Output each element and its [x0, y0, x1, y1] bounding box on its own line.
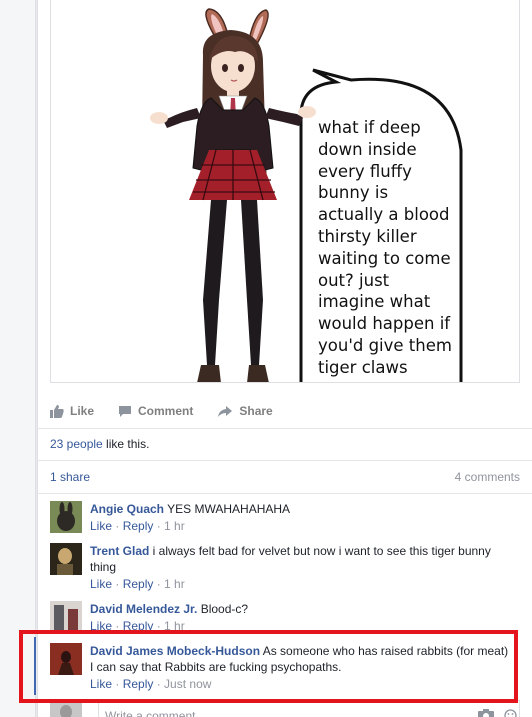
like-button[interactable]: Like	[50, 404, 94, 418]
bubble-line: you'd give them	[318, 335, 452, 355]
comment-meta: Like · Reply · 1 hr	[90, 577, 185, 591]
comment-author[interactable]: Angie Quach	[90, 502, 164, 516]
comment-reply-link[interactable]: Reply	[123, 577, 154, 591]
comment-time[interactable]: Just now	[164, 677, 211, 691]
comment-time[interactable]: 1 hr	[164, 619, 185, 633]
bubble-line: actually a blood	[318, 205, 450, 225]
comment-item-highlighted: David James Mobeck-Hudson As someone who…	[50, 643, 520, 692]
share-label: Share	[239, 404, 273, 418]
bubble-line: would happen if	[318, 314, 451, 334]
avatar[interactable]	[50, 501, 82, 533]
share-arrow-icon	[218, 405, 233, 417]
comment-author[interactable]: Trent Glad	[90, 544, 149, 558]
thumbs-up-icon	[50, 405, 64, 418]
camera-icon[interactable]	[478, 709, 494, 717]
comment-author[interactable]: David James Mobeck-Hudson	[90, 644, 260, 658]
bubble-line: tiger claws	[318, 357, 408, 377]
comment-input-placeholder: Write a comment...	[105, 709, 206, 717]
post-image[interactable]: what if deep down inside every fluffy bu…	[50, 0, 520, 383]
comment-input[interactable]: Write a comment...	[98, 700, 520, 717]
emoji-icon[interactable]	[504, 709, 517, 717]
comment-like-link[interactable]: Like	[90, 519, 112, 533]
likers-link[interactable]: 23 people	[50, 437, 103, 451]
share-button[interactable]: Share	[217, 404, 273, 418]
divider	[38, 428, 532, 429]
comment-item: Angie Quach YES MWAHAHAHAHA Like · Reply…	[50, 501, 520, 534]
comment-like-link[interactable]: Like	[90, 619, 112, 633]
comment-meta: Like · Reply · Just now	[90, 677, 212, 691]
comment-reply-link[interactable]: Reply	[123, 677, 154, 691]
comment-icon	[119, 405, 132, 417]
bubble-line: what if deep	[318, 118, 421, 137]
bubble-line: every fluffy	[318, 161, 412, 181]
comment-time[interactable]: 1 hr	[164, 577, 185, 591]
highlight-accent-bar	[34, 637, 36, 695]
comment-time[interactable]: 1 hr	[164, 519, 185, 533]
comment-author[interactable]: David Melendez Jr.	[90, 602, 197, 616]
comment-button[interactable]: Comment	[118, 404, 193, 418]
left-gutter	[0, 0, 36, 717]
comment-label: Comment	[138, 404, 194, 418]
comment-item: David Melendez Jr. Blood-c? Like · Reply…	[50, 601, 520, 634]
comment-text: i always felt bad for velvet but now i w…	[90, 544, 491, 574]
likes-summary: 23 people like this.	[50, 437, 149, 451]
comments-count[interactable]: 4 comments	[455, 470, 520, 484]
bubble-line: bunny is	[318, 183, 389, 203]
like-label: Like	[70, 404, 95, 418]
avatar[interactable]	[50, 643, 82, 675]
likes-suffix: like this.	[102, 437, 150, 451]
write-comment-row: Write a comment...	[50, 700, 520, 717]
comment-like-link[interactable]: Like	[90, 677, 112, 691]
avatar[interactable]	[50, 543, 82, 575]
avatar	[50, 700, 82, 717]
post-stats: 1 share 4 comments	[50, 470, 520, 484]
comment-reply-link[interactable]: Reply	[123, 519, 154, 533]
bubble-line: waiting to come	[318, 248, 451, 268]
post-card: what if deep down inside every fluffy bu…	[37, 0, 532, 717]
comment-like-link[interactable]: Like	[90, 577, 112, 591]
comment-text: YES MWAHAHAHAHA	[164, 502, 291, 516]
comment-reply-link[interactable]: Reply	[123, 619, 154, 633]
comment-item: Trent Glad i always felt bad for velvet …	[50, 543, 520, 592]
comment-text: Blood-c?	[197, 602, 249, 616]
bubble-line: imagine what	[318, 292, 431, 312]
post-actions: Like Comment Share	[50, 398, 520, 424]
shares-link[interactable]: 1 share	[50, 470, 90, 484]
comment-meta: Like · Reply · 1 hr	[90, 519, 185, 533]
divider	[38, 493, 532, 494]
bubble-line: out? just	[318, 270, 390, 290]
speech-bubble-text: what if deep down inside every fluffy bu…	[318, 117, 468, 379]
bubble-line: thirsty killer	[318, 226, 417, 246]
comment-meta: Like · Reply · 1 hr	[90, 619, 185, 633]
divider	[38, 460, 532, 461]
bubble-line: down inside	[318, 139, 417, 159]
avatar[interactable]	[50, 601, 82, 633]
